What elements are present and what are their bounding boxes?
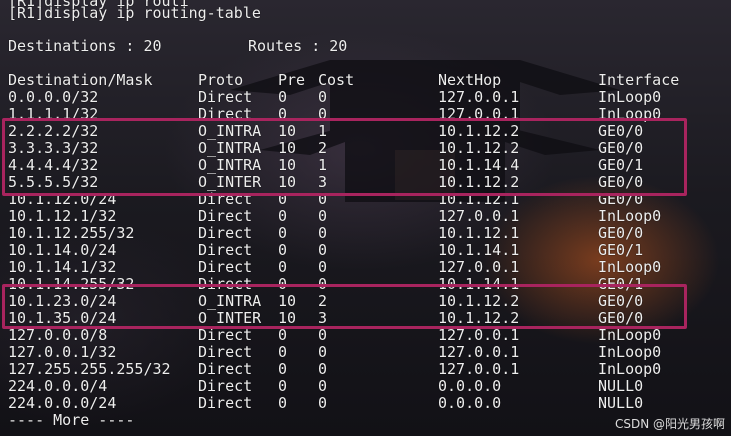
cell-dest: 10.1.14.0/24 <box>8 241 117 259</box>
cell-proto: Direct <box>198 394 253 412</box>
cell-pre: 0 <box>278 360 288 378</box>
cell-cost: 0 <box>318 224 328 242</box>
cell-pre: 0 <box>278 343 288 361</box>
cell-nexthop: 0.0.0.0 <box>438 394 502 412</box>
header-interface: Interface <box>598 71 680 89</box>
more-prompt[interactable]: ---- More ---- <box>8 412 134 429</box>
routes-count: Routes : 20 <box>248 37 348 55</box>
cell-iface: InLoop0 <box>598 343 662 361</box>
cell-iface: InLoop0 <box>598 326 662 344</box>
watermark-text: CSDN @阳光男孩啊 <box>614 417 725 431</box>
cell-pre: 0 <box>278 241 288 259</box>
cell-iface: InLoop0 <box>598 258 662 276</box>
cell-cost: 0 <box>318 88 328 106</box>
cell-proto: Direct <box>198 343 253 361</box>
cell-nexthop: 127.0.0.1 <box>438 343 520 361</box>
cell-cost: 0 <box>318 343 328 361</box>
cell-iface: InLoop0 <box>598 88 662 106</box>
cell-pre: 0 <box>278 88 288 106</box>
cell-proto: Direct <box>198 377 253 395</box>
cell-proto: Direct <box>198 207 253 225</box>
cell-nexthop: 127.0.0.1 <box>438 360 520 378</box>
cell-iface: GE0/0 <box>598 224 644 242</box>
cell-pre: 0 <box>278 326 288 344</box>
cell-iface: GE0/1 <box>598 241 644 259</box>
cell-pre: 0 <box>278 377 288 395</box>
terminal-window[interactable]: [R1]display ip routi [R1]display ip rout… <box>0 0 731 436</box>
cell-iface: InLoop0 <box>598 360 662 378</box>
more-text: ---- More ---- <box>8 411 135 429</box>
cell-cost: 0 <box>318 207 328 225</box>
cell-dest: 10.1.14.1/32 <box>8 258 117 276</box>
cell-dest: 0.0.0.0/32 <box>8 88 99 106</box>
cell-dest: 224.0.0.0/4 <box>8 377 108 395</box>
cell-dest: 127.255.255.255/32 <box>8 360 171 378</box>
cell-cost: 0 <box>318 394 328 412</box>
summary-line: Destinations : 20 Routes : 20 <box>8 38 347 55</box>
header-proto: Proto <box>198 71 244 89</box>
cell-nexthop: 0.0.0.0 <box>438 377 502 395</box>
cell-dest: 10.1.12.255/32 <box>8 224 135 242</box>
cell-nexthop: 127.0.0.1 <box>438 326 520 344</box>
cell-cost: 0 <box>318 377 328 395</box>
table-header: Destination/Mask Proto Pre Cost NextHop … <box>8 72 679 89</box>
cell-pre: 0 <box>278 258 288 276</box>
cell-proto: Direct <box>198 258 253 276</box>
destinations-count: Destinations : 20 <box>8 37 162 55</box>
cell-pre: 0 <box>278 394 288 412</box>
highlight-box-ospf-routes-2 <box>2 284 687 329</box>
cell-dest: 224.0.0.0/24 <box>8 394 117 412</box>
terminal-line-command: [R1]display ip routing-table <box>8 5 261 22</box>
cell-proto: Direct <box>198 241 253 259</box>
header-cost: Cost <box>318 71 355 89</box>
cell-cost: 0 <box>318 360 328 378</box>
cell-iface: InLoop0 <box>598 207 662 225</box>
cell-cost: 0 <box>318 258 328 276</box>
cell-nexthop: 127.0.0.1 <box>438 88 520 106</box>
cell-proto: Direct <box>198 326 253 344</box>
cell-nexthop: 127.0.0.1 <box>438 207 520 225</box>
cell-nexthop: 10.1.14.1 <box>438 241 520 259</box>
cell-dest: 127.0.0.1/32 <box>8 343 117 361</box>
header-pre: Pre <box>278 71 306 89</box>
cell-cost: 0 <box>318 326 328 344</box>
cell-proto: Direct <box>198 360 253 378</box>
header-nexthop: NextHop <box>438 71 502 89</box>
cell-proto: Direct <box>198 224 253 242</box>
cell-nexthop: 10.1.12.1 <box>438 224 520 242</box>
cell-nexthop: 127.0.0.1 <box>438 258 520 276</box>
cell-pre: 0 <box>278 207 288 225</box>
cell-proto: Direct <box>198 88 253 106</box>
command-text: [R1]display ip routing-table <box>8 4 261 22</box>
cell-iface: NULL0 <box>598 394 644 412</box>
cell-iface: NULL0 <box>598 377 644 395</box>
cell-dest: 10.1.12.1/32 <box>8 207 117 225</box>
cell-dest: 127.0.0.0/8 <box>8 326 108 344</box>
highlight-box-ospf-routes-1 <box>2 118 687 196</box>
cell-pre: 0 <box>278 224 288 242</box>
cell-cost: 0 <box>318 241 328 259</box>
header-destination: Destination/Mask <box>8 71 153 89</box>
